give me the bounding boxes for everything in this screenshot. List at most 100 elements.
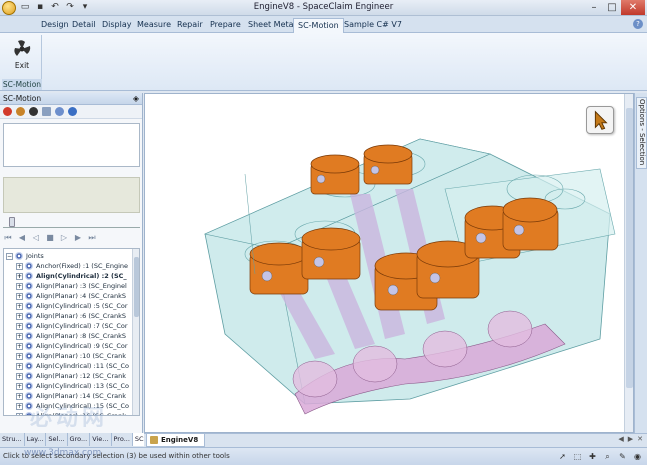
tree-row-label: Align(Cylindrical) :13 (SC_Co <box>36 382 130 390</box>
info-icon[interactable] <box>68 107 77 116</box>
panel-tab[interactable]: Stru... <box>0 433 25 446</box>
expand-icon[interactable]: + <box>16 312 23 320</box>
step-forward-icon[interactable]: ▶ <box>73 233 83 243</box>
tree-row[interactable]: + Align(Cylindrical) :11 (SC_Co <box>16 361 129 371</box>
expand-icon[interactable]: + <box>16 342 23 350</box>
tree-row[interactable]: + Align(Planar) :10 (SC_Crank <box>16 351 126 361</box>
expand-icon[interactable]: + <box>16 382 23 390</box>
panel-tab[interactable]: Vie... <box>90 433 112 446</box>
view-icon[interactable]: ◉ <box>632 451 643 462</box>
tab-detail[interactable]: Detail <box>68 18 100 33</box>
record-icon[interactable] <box>3 107 12 116</box>
tab-sheet-metal[interactable]: Sheet Metal <box>244 18 300 33</box>
close-document-icon[interactable]: ✕ <box>637 435 643 443</box>
tab-sample-c-v7[interactable]: Sample C# V7 <box>340 18 406 33</box>
joint-icon <box>25 292 33 300</box>
scroll-right-icon[interactable]: ▶ <box>628 435 633 443</box>
tree-row-label: Anchor(Fixed) :1 (SC_Engine <box>36 262 129 270</box>
viewport-scrollbar-thumb[interactable] <box>626 108 633 388</box>
sc-motion-panel: SC-Motion ◈ ⏮ ◀ ◁ ■ ▷ ▶ ⏭ − Joints + Anchor… <box>0 93 143 433</box>
maximize-icon[interactable]: □ <box>603 0 621 15</box>
panel-tabs: Stru...Lay...Sel...Gro...Vie...Pro...SC-… <box>0 433 156 447</box>
expand-icon[interactable]: + <box>16 262 23 270</box>
first-frame-icon[interactable]: ⏮ <box>3 233 13 243</box>
select-mode-icon[interactable]: ➚ <box>557 451 568 462</box>
time-slider-thumb[interactable] <box>9 217 15 227</box>
tree-row[interactable]: + Align(Cylindrical) :2 (SC_ <box>16 271 127 281</box>
tree-row[interactable]: + Align(Planar) :4 (SC_CrankS <box>16 291 126 301</box>
expand-icon[interactable]: + <box>16 322 23 330</box>
tree-row[interactable]: + Align(Cylindrical) :5 (SC_Cor <box>16 301 128 311</box>
zoom-icon[interactable]: ⌕ <box>602 451 613 462</box>
expand-icon[interactable]: + <box>16 372 23 380</box>
panel-tab[interactable]: Pro... <box>112 433 133 446</box>
expand-icon[interactable]: + <box>16 282 23 290</box>
play-icon[interactable]: ▷ <box>59 233 69 243</box>
graph-icon[interactable] <box>42 107 51 116</box>
box-select-icon[interactable]: ⬚ <box>572 451 583 462</box>
tab-sc-motion[interactable]: SC-Motion <box>293 18 344 33</box>
tree-scrollbar-thumb[interactable] <box>134 257 139 317</box>
joint-icon <box>25 342 33 350</box>
options-selection-tab[interactable]: Options - Selection <box>636 97 647 169</box>
panel-tab[interactable]: Lay... <box>25 433 47 446</box>
expand-icon[interactable]: + <box>16 402 23 410</box>
tab-repair[interactable]: Repair <box>173 18 207 33</box>
tree-row[interactable]: − Joints <box>6 251 44 261</box>
tree-scrollbar[interactable] <box>132 249 139 415</box>
tree-row[interactable]: + Align(Planar) :6 (SC_CrankS <box>16 311 126 321</box>
tree-row[interactable]: + Align(Cylindrical) :13 (SC_Co <box>16 381 129 391</box>
time-slider[interactable] <box>3 217 140 228</box>
expand-icon[interactable]: − <box>6 252 13 260</box>
tree-row[interactable]: + Align(Planar) :12 (SC_Crank <box>16 371 126 381</box>
expand-icon[interactable]: + <box>16 332 23 340</box>
expand-icon[interactable]: + <box>16 272 23 280</box>
tree-row[interactable]: + Align(Cylindrical) :9 (SC_Cor <box>16 341 128 351</box>
panel-header: SC-Motion ◈ <box>0 93 142 105</box>
step-back-icon[interactable]: ◀ <box>17 233 27 243</box>
scroll-left-icon[interactable]: ◀ <box>618 435 623 443</box>
expand-icon[interactable]: + <box>16 412 23 415</box>
exit-button[interactable]: Exit <box>6 37 38 75</box>
cursor-arrow-icon <box>594 110 608 130</box>
viewport-scrollbar[interactable] <box>624 94 633 432</box>
tree-row[interactable]: + Align(Cylindrical) :7 (SC_Cor <box>16 321 128 331</box>
tree-row[interactable]: + Anchor(Fixed) :1 (SC_Engine <box>16 261 128 271</box>
last-frame-icon[interactable]: ⏭ <box>87 233 97 243</box>
settings-icon[interactable] <box>55 107 64 116</box>
expand-icon[interactable]: + <box>16 302 23 310</box>
ribbon: Exit SC-Motion <box>0 33 647 91</box>
document-tab-enginev8[interactable]: EngineV8 <box>146 434 206 447</box>
joints-tree: − Joints + Anchor(Fixed) :1 (SC_Engine + Alig… <box>3 248 140 416</box>
tree-row-label: Align(Cylindrical) :5 (SC_Cor <box>36 302 128 310</box>
tree-row[interactable]: + Align(Planar) :8 (SC_CrankS <box>16 331 126 341</box>
status-tools: ➚ ⬚ ✚ ⌕ ✎ ◉ <box>557 451 643 462</box>
tree-row-label: Align(Cylindrical) :9 (SC_Cor <box>36 342 128 350</box>
expand-icon[interactable]: + <box>16 392 23 400</box>
expand-icon[interactable]: + <box>16 292 23 300</box>
results-list[interactable] <box>3 123 140 167</box>
panel-tab[interactable]: Sel... <box>46 433 68 446</box>
tab-prepare[interactable]: Prepare <box>206 18 245 33</box>
pin-icon[interactable]: ◈ <box>133 93 139 105</box>
sketch-icon[interactable]: ✎ <box>617 451 628 462</box>
expand-icon[interactable]: + <box>16 362 23 370</box>
snap-icon[interactable]: ✚ <box>587 451 598 462</box>
motor-icon[interactable] <box>16 107 25 116</box>
stop-icon[interactable]: ■ <box>45 233 55 243</box>
tab-display[interactable]: Display <box>98 18 136 33</box>
expand-icon[interactable]: + <box>16 352 23 360</box>
window-title: EngineV8 - SpaceClaim Engineer <box>253 2 394 12</box>
close-icon[interactable]: ✕ <box>621 0 645 15</box>
tree-row[interactable]: + Align(Planar) :3 (SC_Enginel <box>16 281 127 291</box>
select-tool-button[interactable] <box>586 106 614 134</box>
tab-measure[interactable]: Measure <box>133 18 175 33</box>
panel-tab[interactable]: Gro... <box>68 433 91 446</box>
help-icon[interactable]: ? <box>633 19 643 29</box>
joint-icon <box>25 362 33 370</box>
fan-icon[interactable] <box>29 107 38 116</box>
3d-viewport[interactable] <box>144 93 634 433</box>
minimize-icon[interactable]: – <box>585 0 603 15</box>
exit-icon <box>14 40 31 56</box>
play-back-icon[interactable]: ◁ <box>31 233 41 243</box>
